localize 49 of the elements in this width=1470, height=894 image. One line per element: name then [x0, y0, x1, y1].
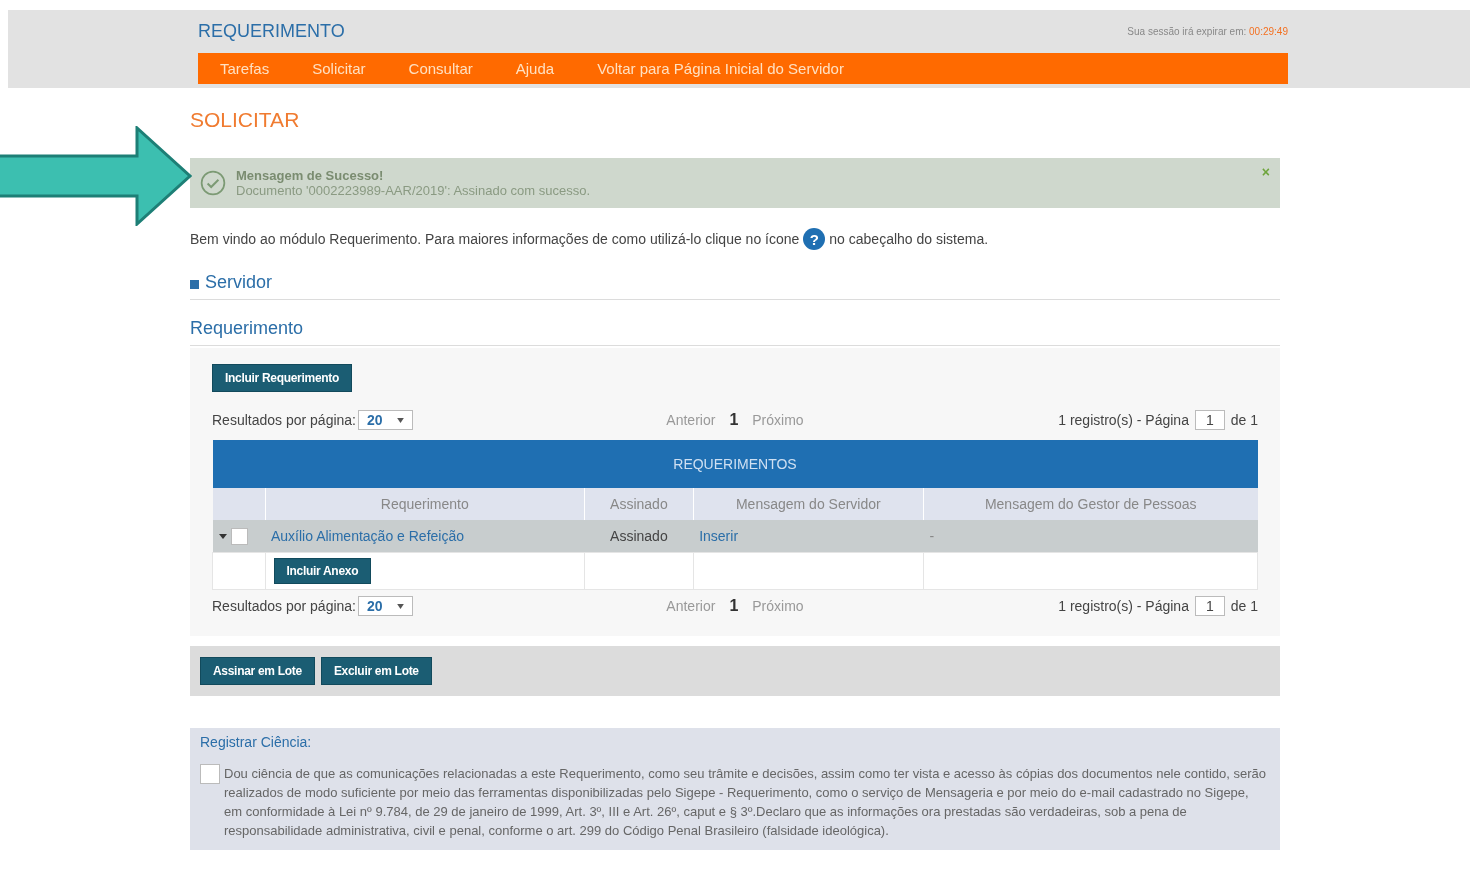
next-link[interactable]: Próximo	[752, 412, 804, 428]
column-header: Assinado	[584, 488, 694, 520]
consent-checkbox[interactable]	[200, 764, 220, 784]
section-title: Registrar Ciência:	[200, 734, 313, 750]
table-cell: -	[929, 528, 935, 544]
section-header[interactable]: Requerimento	[190, 318, 304, 339]
results-label: Resultados por página:	[212, 598, 356, 614]
consent-text: Dou ciência de que as comunicações relacionadas a este Requerimento, como seu trâmite e decisões, assim como ter vista e acesso às cópias dos documentos nele contido, serão realizados de modo suficiente por meio das ferramentas disponibilizadas pelo Sigepe - Requerimento, como o serviço de Mensageria e por meio do e-mail cadastrado no Sigepe, em conformidade à Lei nº 9.784, de 29 de janeiro de 1999, Art. 3º, III e Art. 26º, caput e § 3º.Declaro que as informações ora prestadas são verdadeiras, sob a pena de responsabilidade administrativa, civil e penal, conforme o art. 299 do Código Penal Brasileiro (falsidade ideológica).	[224, 765, 1267, 840]
page-size-select[interactable]: 20	[358, 596, 413, 616]
page-title: SOLICITAR	[190, 108, 301, 132]
batch-button[interactable]: Excluir em Lote	[320, 657, 432, 685]
table-title: REQUERIMENTOS	[212, 440, 1258, 488]
results-label: Resultados por página:	[212, 412, 356, 428]
column-header: Mensagem do Servidor	[693, 488, 924, 520]
help-icon: ?	[803, 228, 826, 250]
intro-text: no cabeçalho do sistema.	[829, 231, 989, 247]
page-total: de 1	[1230, 598, 1258, 614]
page-input[interactable]: 1	[1194, 596, 1225, 616]
alert-message: Documento '0002223989-AAR/2019': Assinado com sucesso.	[236, 183, 591, 198]
alert-title: Mensagem de Sucesso!	[236, 168, 385, 183]
insert-link[interactable]: Inserir	[699, 528, 739, 544]
record-count: 1 registro(s) - Página	[1058, 598, 1189, 614]
dropdown-icon	[396, 417, 404, 423]
previous-link[interactable]: Anterior	[666, 412, 716, 428]
record-count: 1 registro(s) - Página	[1058, 412, 1189, 428]
arrow-icon	[0, 126, 192, 226]
page-input[interactable]: 1	[1194, 410, 1225, 430]
app-title: REQUERIMENTO	[198, 21, 345, 42]
column-header: Mensagem do Gestor de Pessoas	[923, 488, 1258, 520]
row-checkbox[interactable]	[230, 527, 248, 545]
dropdown-icon	[396, 603, 404, 609]
table-cell: Assinado	[610, 528, 668, 544]
next-link[interactable]: Próximo	[752, 598, 804, 614]
previous-link[interactable]: Anterior	[666, 598, 716, 614]
session-timer: 00:29:49	[1249, 26, 1288, 37]
add-request-button[interactable]: Incluir Requerimento	[212, 364, 353, 392]
intro-text: Bem vindo ao módulo Requerimento. Para maiores informações de como utilizá-lo clique no ícone	[190, 231, 800, 247]
page-size-select[interactable]: 20	[358, 410, 413, 430]
page-number[interactable]: 1	[729, 411, 739, 429]
section-header[interactable]: Servidor	[205, 272, 273, 293]
page-total: de 1	[1230, 412, 1258, 428]
add-attachment-button[interactable]: Incluir Anexo	[273, 558, 372, 584]
batch-button[interactable]: Assinar em Lote	[200, 657, 315, 685]
page-number[interactable]: 1	[729, 597, 739, 615]
caret-icon[interactable]	[218, 533, 227, 539]
column-header: Requerimento	[265, 488, 585, 520]
session-label: Sua sessão irá expirar em:	[1127, 26, 1247, 37]
expand-icon[interactable]	[190, 280, 199, 289]
check-circle-icon	[200, 170, 226, 196]
